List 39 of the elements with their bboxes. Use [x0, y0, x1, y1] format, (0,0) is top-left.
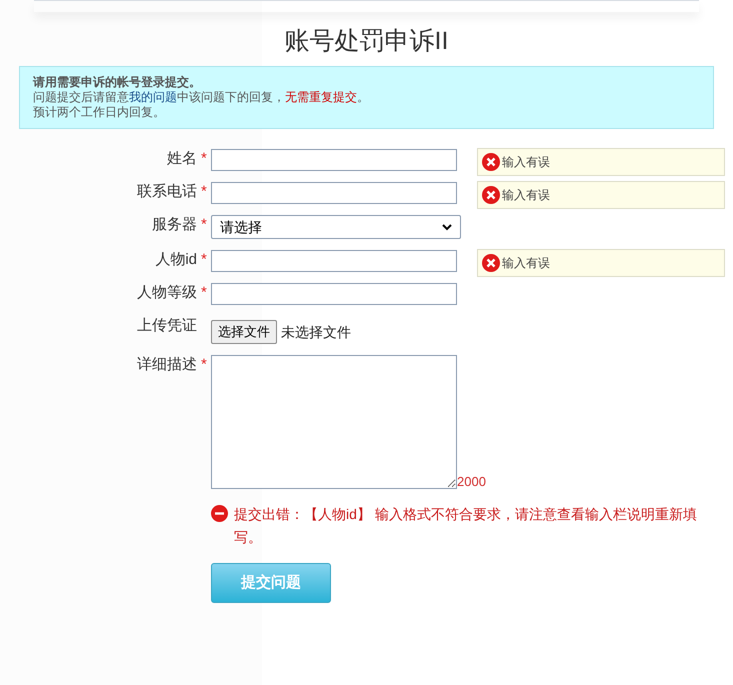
server-dropdown[interactable]: 请选择: [211, 215, 461, 239]
page-title: 账号处罚申诉II: [284, 26, 450, 57]
file-status: 未选择文件: [281, 322, 351, 342]
my-questions-link[interactable]: 我的问题: [129, 90, 177, 104]
required-asterisk: *: [201, 182, 207, 202]
error-tooltip: 输入有误: [477, 148, 725, 176]
required-asterisk: *: [201, 283, 207, 303]
field-label: 人物等级: [137, 283, 197, 303]
error-tooltip: 输入有误: [477, 181, 725, 209]
char-counter: 2000: [457, 475, 486, 488]
required-asterisk: *: [201, 355, 207, 375]
field-label: 人物id: [155, 250, 197, 270]
error-icon: [482, 153, 500, 171]
text-field[interactable]: [211, 182, 457, 204]
field-label: 姓名: [167, 149, 197, 169]
field-label: 服务器: [152, 215, 197, 235]
notice-text: 中该问题下的回复，: [177, 90, 285, 104]
error-icon: [211, 505, 228, 522]
notice-text: 。: [357, 90, 369, 104]
text-field[interactable]: [211, 283, 457, 305]
text-field[interactable]: [211, 149, 457, 171]
notice-text: 问题提交后请留意: [33, 90, 129, 104]
field-label: 联系电话: [137, 182, 197, 202]
required-asterisk: *: [201, 149, 207, 169]
required-asterisk: *: [201, 215, 207, 235]
chevron-down-icon: [442, 224, 452, 230]
warning-text: 无需重复提交: [285, 90, 357, 104]
error-tooltip: 输入有误: [477, 249, 725, 277]
description-field[interactable]: [211, 355, 457, 489]
error-icon: [482, 186, 500, 204]
error-icon: [482, 254, 500, 272]
choose-file-button[interactable]: 选择文件: [211, 320, 277, 344]
submit-error-message: 提交出错：【人物id】 输入格式不符合要求，请注意查看输入栏说明重新填写。: [234, 505, 698, 547]
notice-heading: 请用需要申诉的帐号登录提交。: [33, 75, 201, 89]
required-asterisk: *: [201, 250, 207, 270]
field-label: 上传凭证: [137, 316, 197, 336]
notice-text: 预计两个工作日内回复。: [33, 105, 165, 119]
field-label: 详细描述: [137, 355, 197, 375]
text-field[interactable]: [211, 250, 457, 272]
